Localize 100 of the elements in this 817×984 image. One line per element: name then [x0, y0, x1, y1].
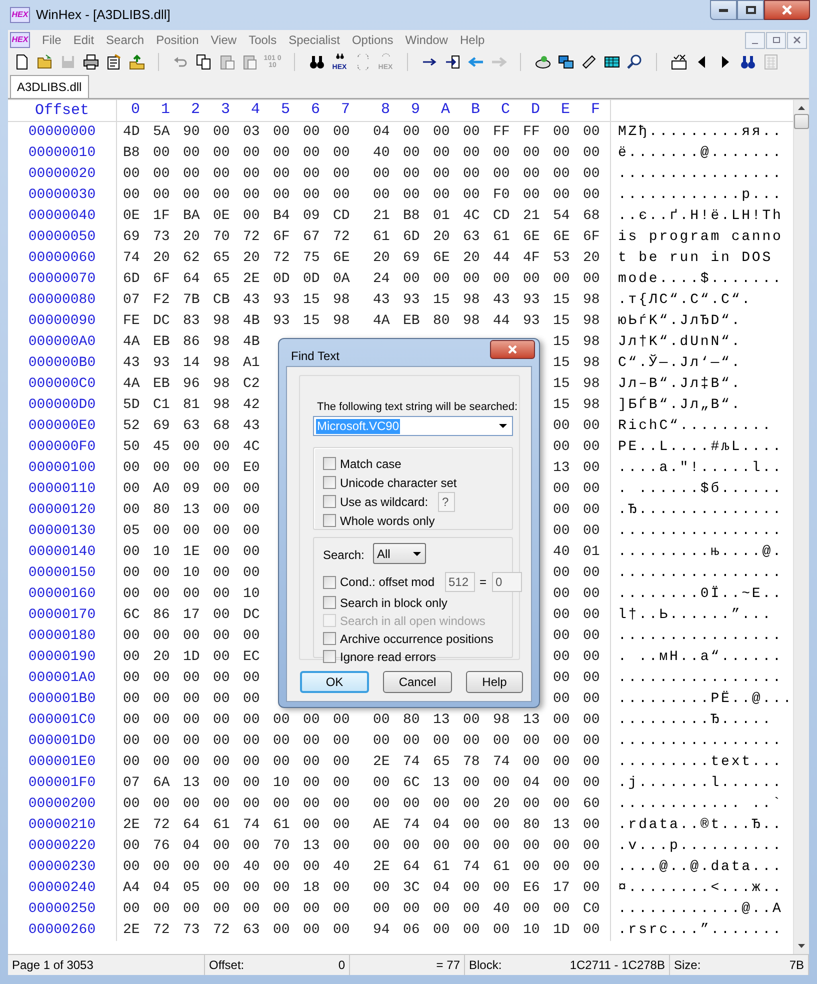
hex-cell[interactable]: 00 [463, 164, 493, 185]
hex-cell[interactable]: 74 [243, 815, 273, 836]
hex-cell[interactable]: C0 [583, 899, 613, 920]
hex-cell[interactable]: 15 [553, 290, 583, 311]
hex-cell[interactable]: 00 [583, 731, 613, 752]
hex-cell[interactable]: 00 [333, 731, 363, 752]
hex-cell[interactable]: 54 [553, 206, 583, 227]
hex-cell[interactable]: 00 [123, 710, 153, 731]
hex-cell[interactable]: 00 [493, 815, 523, 836]
dialog-button[interactable]: Cancel [383, 671, 452, 693]
hex-cell[interactable]: EB [403, 311, 433, 332]
hex-cell[interactable]: EB [153, 332, 183, 353]
hex-cell[interactable]: 00 [243, 899, 273, 920]
hex-cell[interactable]: 15 [553, 332, 583, 353]
hex-cell[interactable]: 1D [553, 920, 583, 941]
hex-cell[interactable]: 00 [553, 668, 583, 689]
hex-cell[interactable]: 00 [433, 122, 463, 143]
hex-cell[interactable]: 00 [273, 920, 303, 941]
hex-cell[interactable]: F2 [153, 290, 183, 311]
hex-cell[interactable]: 1D [183, 647, 213, 668]
hex-cell[interactable]: 21 [373, 206, 403, 227]
hex-cell[interactable]: 6D [403, 227, 433, 248]
hex-cell[interactable]: 64 [403, 857, 433, 878]
hex-cell[interactable]: 40 [493, 899, 523, 920]
hex-cell[interactable]: 20 [373, 248, 403, 269]
hex-cell[interactable]: 00 [553, 794, 583, 815]
hex-cell[interactable]: CD [493, 206, 523, 227]
hex-cell[interactable]: 00 [123, 836, 153, 857]
hex-cell[interactable]: 00 [523, 836, 553, 857]
scrollbar-thumb[interactable] [794, 114, 810, 129]
hex-cell[interactable]: 43 [493, 290, 523, 311]
dialog-button[interactable]: Help [466, 671, 523, 693]
hex-cell[interactable]: 00 [433, 269, 463, 290]
hex-cell[interactable]: 76 [153, 836, 183, 857]
hex-cell[interactable]: 00 [553, 437, 583, 458]
hex-cell[interactable]: 13 [183, 773, 213, 794]
hex-cell[interactable]: 93 [273, 290, 303, 311]
hex-cell[interactable]: 04 [373, 122, 403, 143]
menu-item[interactable]: Specialist [282, 31, 346, 49]
hex-cell[interactable]: 74 [463, 857, 493, 878]
hex-cell[interactable]: 00 [583, 752, 613, 773]
hex-cell[interactable]: 4A [373, 311, 403, 332]
hex-cell[interactable]: 00 [183, 458, 213, 479]
hex-cell[interactable]: 00 [583, 815, 613, 836]
maximize-button[interactable] [737, 0, 764, 20]
hex-cell[interactable]: 2E [373, 857, 403, 878]
hex-cell[interactable]: A0 [153, 479, 183, 500]
hex-cell[interactable]: 61 [273, 815, 303, 836]
hex-cell[interactable]: 74 [123, 248, 153, 269]
hex-cell[interactable]: 00 [273, 878, 303, 899]
hex-cell[interactable]: 00 [373, 836, 403, 857]
hex-cell[interactable]: 00 [373, 164, 403, 185]
hex-cell[interactable]: 98 [583, 290, 613, 311]
hex-cell[interactable]: 00 [243, 689, 273, 710]
hex-cell[interactable]: 00 [553, 710, 583, 731]
scroll-down-icon[interactable] [798, 944, 806, 948]
hex-cell[interactable]: 00 [463, 878, 493, 899]
hex-cell[interactable]: 10 [153, 542, 183, 563]
hex-cell[interactable]: 00 [433, 899, 463, 920]
hex-cell[interactable]: AE [373, 815, 403, 836]
hex-cell[interactable]: CB [213, 290, 243, 311]
hex-cell[interactable]: 00 [333, 122, 363, 143]
menu-item[interactable]: View [204, 31, 243, 49]
hex-cell[interactable]: 00 [523, 185, 553, 206]
hex-cell[interactable]: 98 [583, 353, 613, 374]
hex-cell[interactable]: 00 [153, 584, 183, 605]
hex-cell[interactable]: 00 [243, 794, 273, 815]
hex-cell[interactable]: 00 [583, 710, 613, 731]
hex-cell[interactable]: 4B [243, 332, 273, 353]
hex-cell[interactable]: BA [183, 206, 213, 227]
hex-cell[interactable]: 00 [123, 584, 153, 605]
hex-cell[interactable]: 00 [303, 794, 333, 815]
hex-cell[interactable]: 00 [523, 164, 553, 185]
hex-cell[interactable]: 43 [243, 290, 273, 311]
hex-cell[interactable]: 68 [583, 206, 613, 227]
hex-cell[interactable]: 2E [123, 815, 153, 836]
hex-cell[interactable]: 43 [243, 416, 273, 437]
scroll-up-icon[interactable] [798, 106, 806, 110]
hex-cell[interactable]: 2E [123, 920, 153, 941]
hex-cell[interactable]: 61 [373, 227, 403, 248]
hex-cell[interactable]: C2 [243, 374, 273, 395]
hex-cell[interactable]: 52 [123, 416, 153, 437]
hex-cell[interactable]: 93 [403, 290, 433, 311]
hex-cell[interactable]: 00 [213, 626, 243, 647]
hex-cell[interactable]: 00 [303, 920, 333, 941]
hex-cell[interactable]: 80 [153, 500, 183, 521]
hex-cell[interactable]: 00 [183, 689, 213, 710]
hex-cell[interactable]: 00 [583, 416, 613, 437]
hex-cell[interactable]: 00 [213, 836, 243, 857]
hex-cell[interactable]: 00 [333, 164, 363, 185]
hex-cell[interactable]: 4C [463, 206, 493, 227]
hex-cell[interactable]: 00 [553, 647, 583, 668]
hex-cell[interactable]: 00 [463, 710, 493, 731]
hex-cell[interactable]: 00 [373, 794, 403, 815]
hex-cell[interactable]: 00 [523, 857, 553, 878]
checkbox[interactable] [323, 495, 336, 508]
hex-cell[interactable]: 98 [333, 311, 363, 332]
hex-cell[interactable]: 04 [153, 878, 183, 899]
hex-cell[interactable]: 00 [303, 731, 333, 752]
dialog-button[interactable]: OK [300, 671, 369, 693]
